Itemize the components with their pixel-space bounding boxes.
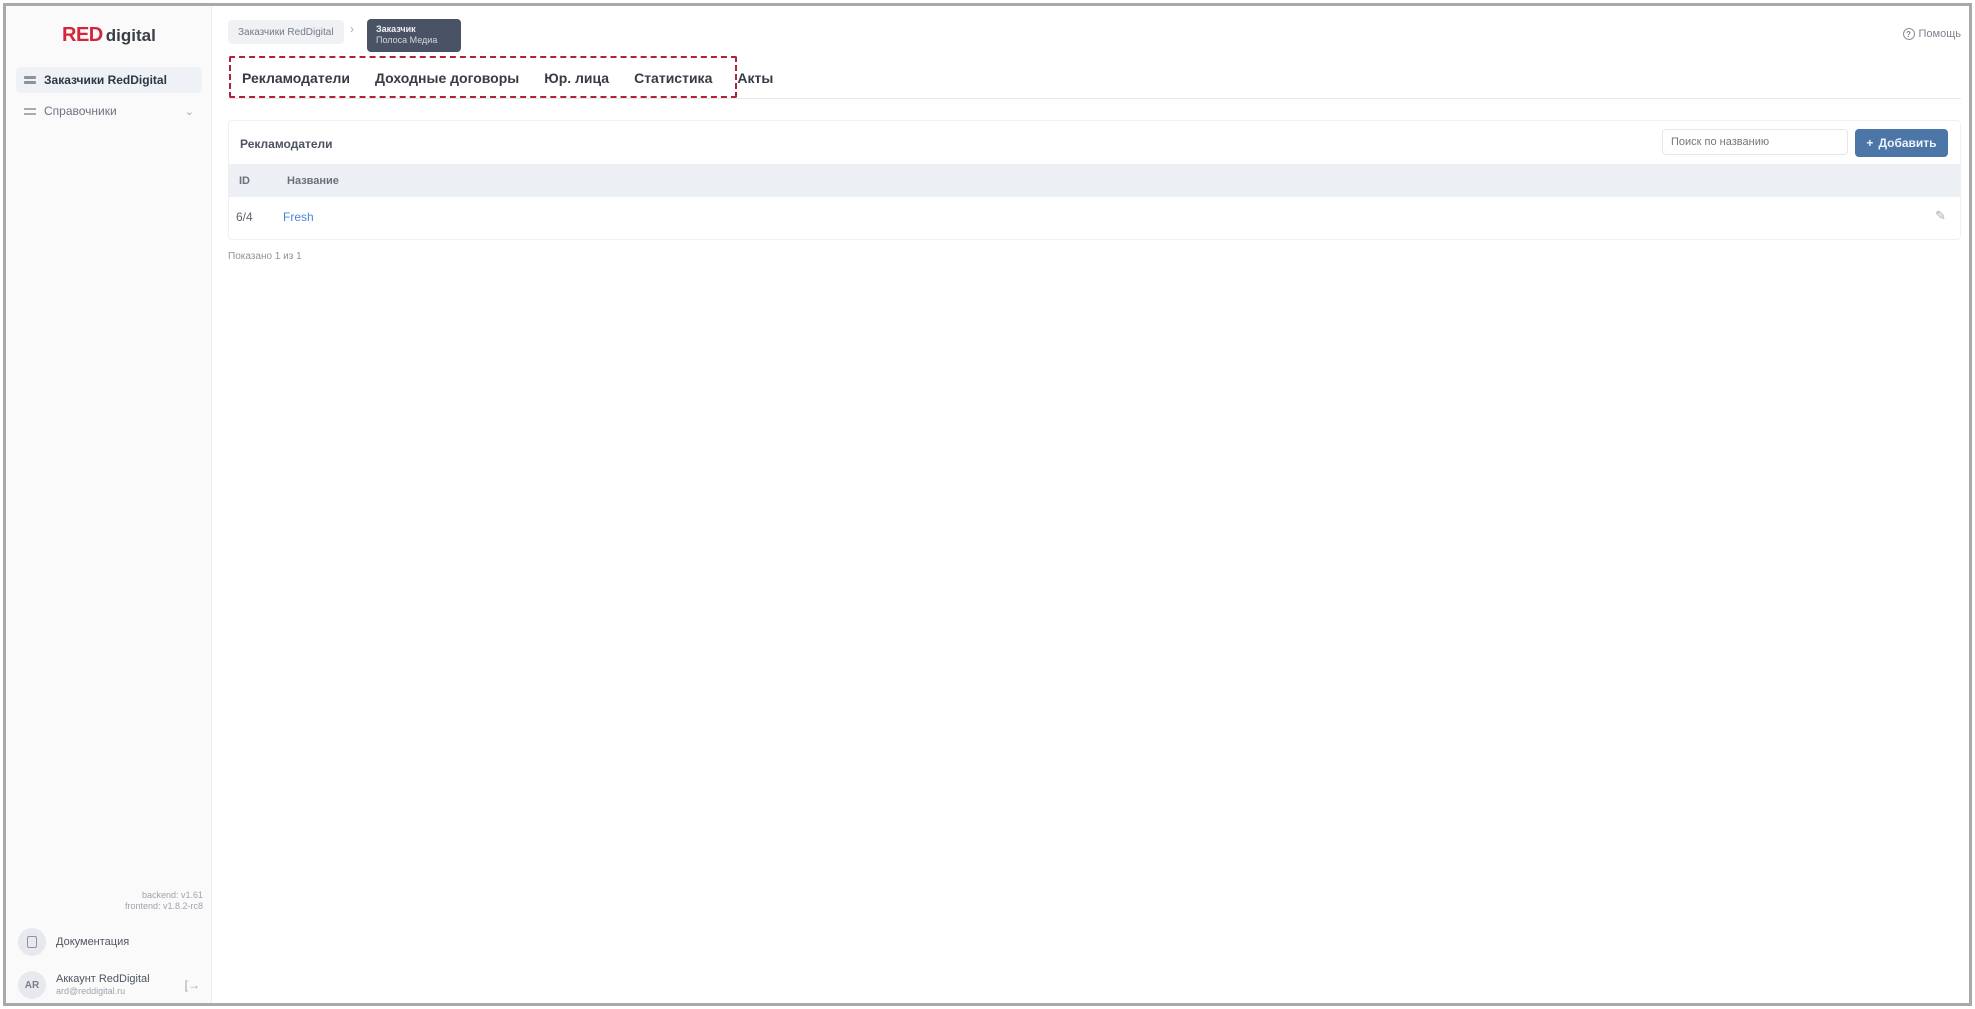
breadcrumb-current[interactable]: Заказчик Полоса Медиа	[367, 19, 461, 52]
backend-version: backend: v1.61	[141, 890, 203, 900]
tab-statistics[interactable]: Статистика	[634, 70, 712, 86]
help-label: Помощь	[1918, 28, 1962, 40]
sidebar-item-customers[interactable]: Заказчики RedDigital	[16, 67, 202, 93]
avatar: AR	[18, 971, 46, 999]
help-icon: ?	[1902, 28, 1915, 40]
card-title: Рекламодатели	[240, 137, 333, 151]
main-content: Заказчики RedDigital › Заказчик Полоса М…	[212, 6, 1969, 1003]
table-row[interactable]: 6/4 Fresh ✎	[229, 197, 1960, 235]
breadcrumb-current-title: Заказчик	[376, 24, 416, 34]
tab-bar: Рекламодатели Доходные договоры Юр. лица…	[242, 70, 773, 86]
breadcrumb-root[interactable]: Заказчики RedDigital	[228, 20, 344, 44]
advertisers-card: Рекламодатели + Добавить ID Название 6/4…	[228, 120, 1961, 240]
tab-advertisers[interactable]: Рекламодатели	[242, 70, 350, 86]
account-block[interactable]: AR Аккаунт RedDigital ard@reddigital.ru …	[14, 968, 204, 1002]
grid-icon	[24, 75, 36, 85]
breadcrumb-current-sub: Полоса Медиа	[376, 35, 438, 45]
search-input[interactable]	[1662, 129, 1848, 155]
list-icon	[24, 106, 36, 116]
plus-icon: +	[1866, 136, 1874, 150]
account-name: Аккаунт RedDigital	[56, 973, 150, 985]
pagination-summary: Показано 1 из 1	[228, 251, 302, 262]
documentation-label: Документация	[56, 936, 130, 948]
cell-id: 6/4	[236, 210, 253, 224]
chevron-down-icon: ⌄	[184, 105, 194, 118]
sidebar-item-label: Заказчики RedDigital	[44, 73, 167, 87]
document-icon	[18, 928, 46, 956]
column-header-id[interactable]: ID	[239, 175, 250, 187]
add-button-label: Добавить	[1878, 136, 1937, 150]
sidebar-item-label: Справочники	[44, 104, 117, 118]
cell-name-link[interactable]: Fresh	[283, 210, 314, 224]
logo-digital: digital	[105, 26, 156, 45]
column-header-name[interactable]: Название	[287, 175, 339, 187]
app-window: RED digital Заказчики RedDigital Справоч…	[3, 3, 1972, 1006]
help-link[interactable]: ? Помощь	[1902, 28, 1962, 40]
sidebar-item-directories[interactable]: Справочники ⌄	[16, 98, 202, 124]
table-header: ID Название	[229, 164, 1960, 197]
logo[interactable]: RED digital	[62, 24, 156, 52]
frontend-version: frontend: v1.8.2-rc8	[124, 901, 203, 911]
account-email: ard@reddigital.ru	[56, 986, 126, 996]
tab-acts[interactable]: Акты	[737, 70, 773, 86]
breadcrumb-separator: ›	[350, 22, 354, 36]
add-button[interactable]: + Добавить	[1855, 129, 1948, 157]
documentation-link[interactable]: Документация	[14, 925, 204, 959]
logout-icon[interactable]: [→	[185, 978, 200, 992]
sidebar: RED digital Заказчики RedDigital Справоч…	[6, 6, 212, 1003]
version-info: backend: v1.61 frontend: v1.8.2-rc8	[125, 890, 203, 912]
tab-legal-entities[interactable]: Юр. лица	[544, 70, 609, 86]
tab-revenue-contracts[interactable]: Доходные договоры	[375, 70, 519, 86]
tabs-divider	[228, 98, 1961, 99]
logo-red: RED	[62, 24, 103, 46]
pencil-icon[interactable]: ✎	[1935, 208, 1946, 224]
